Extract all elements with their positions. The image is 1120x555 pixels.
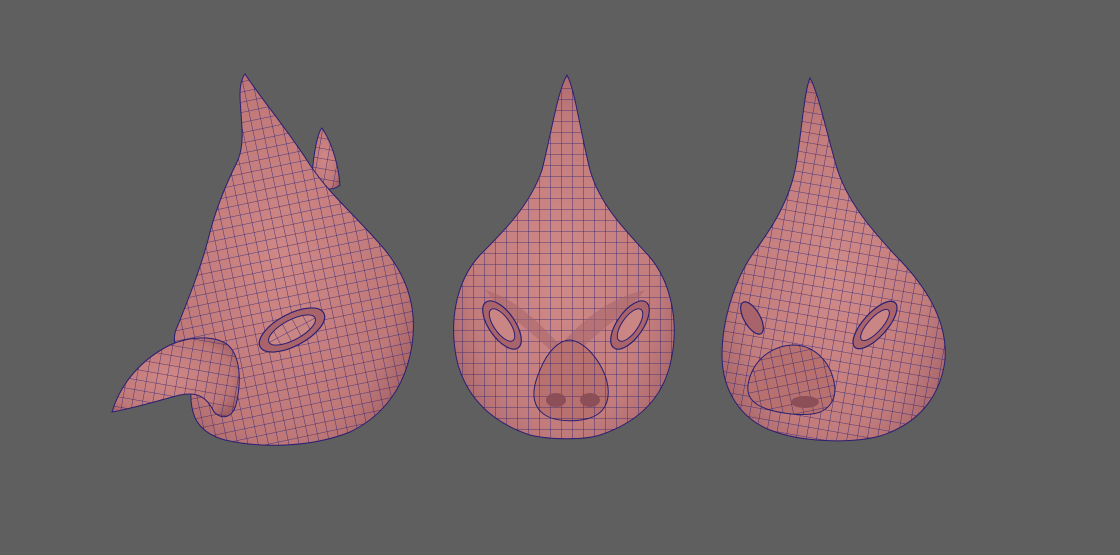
3d-viewport[interactable] bbox=[0, 0, 1120, 555]
